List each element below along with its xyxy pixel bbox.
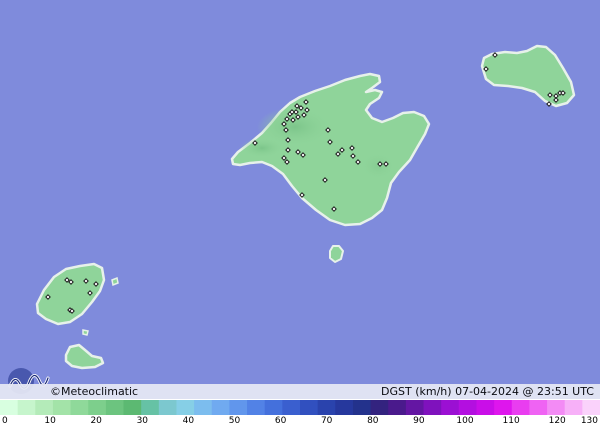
color-scale-swatch bbox=[141, 400, 160, 415]
cabrera-island bbox=[329, 245, 344, 263]
color-scale-swatch bbox=[405, 400, 425, 415]
color-scale-swatch bbox=[476, 400, 495, 415]
color-scale-tick-label: 70 bbox=[320, 416, 333, 426]
color-scale-swatch bbox=[300, 400, 319, 415]
color-scale-tick-label: 120 bbox=[548, 416, 566, 426]
wind-gust-map bbox=[0, 0, 600, 435]
color-scale-swatch bbox=[0, 400, 19, 415]
color-scale-swatch bbox=[529, 400, 548, 415]
color-scale-swatch bbox=[335, 400, 354, 415]
color-scale-swatch bbox=[105, 400, 125, 415]
color-scale-tick-label: 60 bbox=[274, 416, 287, 426]
color-scale-tick-label: 0 bbox=[2, 416, 8, 426]
color-scale-swatch bbox=[423, 400, 442, 415]
brand-name: ©Meteoclimatic bbox=[50, 385, 139, 398]
color-scale-tick-label: 20 bbox=[90, 416, 102, 426]
color-scale-ticks: 0 10 20 30 40 50 60 70 80 90 100 110 120 130 bbox=[0, 416, 600, 430]
info-bar: ©Meteoclimatic DGST (km/h) 07-04-2024 @ … bbox=[0, 384, 600, 399]
color-scale-swatch bbox=[458, 400, 478, 415]
color-scale-tick-label: 10 bbox=[44, 416, 56, 426]
color-scale-swatch bbox=[582, 400, 600, 415]
color-scale-swatch bbox=[211, 400, 231, 415]
color-scale-swatch bbox=[123, 400, 142, 415]
color-scale-swatch bbox=[70, 400, 89, 415]
color-scale-swatch bbox=[88, 400, 107, 415]
color-scale-tick-label: 50 bbox=[228, 416, 241, 426]
color-scale-swatch bbox=[229, 400, 248, 415]
color-scale-swatch bbox=[494, 400, 513, 415]
color-scale-tick-label: 100 bbox=[456, 416, 474, 426]
color-scale-swatch bbox=[158, 400, 178, 415]
color-scale-tick-label: 110 bbox=[502, 416, 520, 426]
color-scale-swatch bbox=[176, 400, 195, 415]
color-scale-swatch bbox=[282, 400, 301, 415]
color-scale-swatch bbox=[370, 400, 389, 415]
color-scale-swatch bbox=[352, 400, 372, 415]
color-scale-swatch bbox=[194, 400, 213, 415]
color-scale-swatch bbox=[52, 400, 72, 415]
product-label: DGST (km/h) 07-04-2024 @ 23:51 UTC bbox=[381, 385, 594, 398]
color-scale-tick-label: 130 bbox=[580, 416, 598, 426]
color-scale-tick-label: 90 bbox=[413, 416, 425, 426]
color-scale-swatch bbox=[35, 400, 54, 415]
color-scale-swatch bbox=[264, 400, 283, 415]
color-scale-swatch bbox=[17, 400, 36, 415]
color-scale-swatch bbox=[564, 400, 583, 415]
color-scale-swatch bbox=[317, 400, 336, 415]
color-scale-tick-label: 30 bbox=[136, 416, 149, 426]
color-scale-swatch bbox=[388, 400, 407, 415]
color-scale-swatch bbox=[247, 400, 266, 415]
color-scale-swatch bbox=[547, 400, 566, 415]
color-scale-bar bbox=[0, 400, 600, 415]
color-scale-swatch bbox=[511, 400, 531, 415]
color-scale-tick-label: 40 bbox=[182, 416, 195, 426]
color-scale-swatch bbox=[441, 400, 460, 415]
color-scale-tick-label: 80 bbox=[367, 416, 379, 426]
